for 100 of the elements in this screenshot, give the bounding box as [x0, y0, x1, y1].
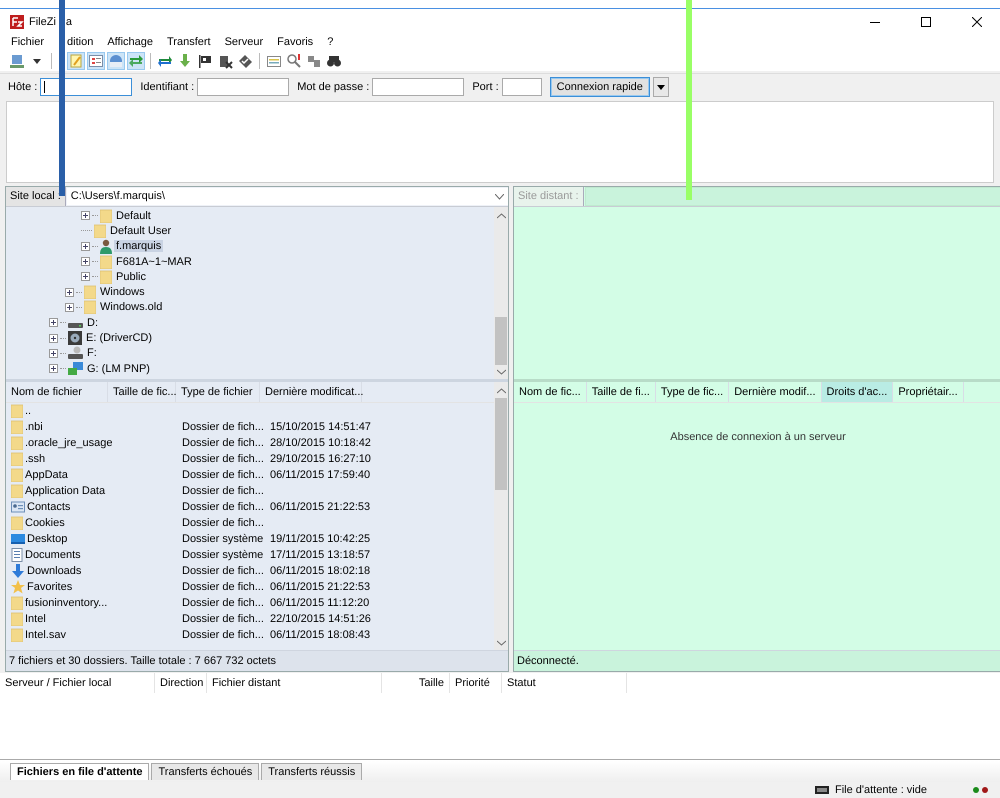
folder-icon [100, 254, 112, 269]
network-drive-icon [68, 346, 83, 360]
document-icon [11, 548, 23, 562]
column-header[interactable]: Direction [155, 673, 207, 693]
menu-item[interactable]: Fichier [4, 35, 52, 50]
chevron-down-icon [495, 194, 504, 200]
file-name: Intel.sav [25, 629, 66, 641]
tree-view-icon[interactable] [88, 52, 104, 68]
expand-toggle[interactable] [65, 288, 74, 297]
tree-item[interactable]: F681A~1~MAR [114, 256, 194, 268]
field-label: Identifiant : [140, 81, 194, 93]
expand-toggle[interactable] [49, 334, 58, 343]
file-type: Dossier de fich... [182, 597, 264, 609]
menu-item[interactable]: ? [320, 35, 340, 50]
file-type: Dossier de fich... [182, 501, 264, 513]
scroll-down-icon[interactable] [496, 369, 506, 375]
scroll-down-icon[interactable] [496, 640, 506, 646]
tree-item[interactable]: G: (LM PNP) [85, 362, 152, 375]
download-arrow-icon [11, 564, 25, 578]
scrollbar[interactable] [494, 207, 508, 379]
tree-item[interactable]: E: (DriverCD) [84, 332, 154, 344]
field-label: Hôte : [8, 81, 38, 93]
input-field[interactable] [372, 78, 464, 96]
expand-toggle[interactable] [81, 211, 90, 220]
modified-date: 06/11/2015 21:22:53 [270, 581, 370, 593]
column-header[interactable]: Fichier distant [207, 673, 382, 693]
file-name: Contacts [27, 501, 70, 513]
menu-item[interactable]: dition [67, 35, 100, 50]
file-name: Application Data [25, 485, 106, 497]
status-light [982, 787, 988, 793]
input-field[interactable] [40, 78, 132, 96]
menu-item[interactable]: Favoris [270, 35, 320, 50]
file-name: .nbi [25, 421, 43, 433]
expand-toggle[interactable] [65, 302, 74, 312]
file-type: Dossier de fich... [182, 437, 264, 449]
scroll-up-icon[interactable] [496, 213, 506, 219]
tab[interactable]: Transferts réussis [261, 763, 362, 780]
file-type: Dossier de fich... [182, 517, 264, 529]
quick-connect-button[interactable]: Connexion rapide [550, 77, 650, 97]
drive-icon [68, 322, 83, 328]
dropdown-button[interactable] [652, 77, 669, 97]
column-header[interactable]: Nom de fichier [6, 382, 108, 402]
expand-toggle[interactable] [49, 348, 58, 358]
file-type: Dossier de fich... [182, 421, 264, 433]
tree-item[interactable]: D: [85, 316, 100, 329]
expand-toggle[interactable] [49, 364, 58, 374]
check-icon[interactable] [237, 52, 253, 68]
close-button[interactable] [972, 17, 982, 27]
tab[interactable]: Fichiers en file d'attente [10, 763, 150, 780]
menu-item[interactable]: Affichage [100, 35, 160, 50]
status-text: Déconnecté. [514, 650, 1000, 671]
search-icon[interactable] [286, 52, 302, 68]
scrollbar-thumb[interactable] [495, 317, 507, 365]
file-type: Dossier système [182, 549, 264, 561]
tree-item[interactable]: F: [85, 347, 99, 360]
tree-item[interactable]: Default User [108, 224, 174, 237]
transfer-arrows-icon[interactable] [128, 52, 144, 68]
file-name: .ssh [25, 453, 46, 465]
file-type: Dossier de fich... [182, 565, 264, 577]
column-header[interactable]: Taille de fic... [108, 382, 176, 402]
flag-icon[interactable] [197, 52, 213, 68]
modified-date: 06/11/2015 18:08:43 [270, 629, 370, 641]
file-type: Dossier de fich... [182, 581, 264, 593]
expand-toggle[interactable] [49, 318, 58, 328]
cd-drive-icon [68, 331, 82, 346]
scrollbar[interactable] [494, 382, 508, 650]
column-header[interactable]: Type de fichier [176, 382, 260, 402]
modified-date: 19/11/2015 10:42:25 [270, 533, 370, 545]
expand-toggle[interactable] [81, 272, 90, 282]
tree-item[interactable]: Public [114, 270, 148, 283]
tree-item[interactable]: f.marquis [114, 240, 164, 252]
input-field[interactable] [197, 78, 290, 96]
column-header[interactable]: Serveur / Fichier local [0, 673, 155, 693]
file-type: Dossier de fich... [182, 453, 264, 465]
column-header[interactable]: Dernière modificat... [260, 382, 362, 402]
path-dropdown[interactable]: C:\Users\f.marquis\ [66, 188, 508, 205]
column-header[interactable]: Taille [382, 673, 450, 693]
column-header[interactable]: Statut [502, 673, 627, 693]
tree-item[interactable]: Windows.old [98, 301, 164, 314]
menu-item[interactable]: Transfert [160, 35, 218, 50]
file-type: Dossier de fich... [182, 469, 264, 481]
tab[interactable]: Transferts échoués [151, 763, 260, 780]
folder-icon [84, 285, 96, 300]
empty-message: Absence de connexion à un serveur [670, 431, 846, 443]
tree-item[interactable]: Windows [98, 286, 147, 298]
globe-icon[interactable] [108, 52, 124, 68]
scroll-up-icon[interactable] [496, 388, 506, 394]
input-field[interactable] [502, 78, 542, 96]
file-name: fusioninventory... [25, 597, 108, 609]
scrollbar-thumb[interactable] [495, 398, 507, 490]
folder-icon [11, 420, 23, 434]
menu-item[interactable]: Serveur [218, 35, 270, 50]
tree-item[interactable]: Default [114, 210, 153, 222]
modified-date: 15/10/2015 14:51:47 [270, 421, 371, 433]
expand-toggle[interactable] [81, 257, 90, 266]
modified-date: 28/10/2015 10:18:42 [270, 437, 371, 449]
maximize-button[interactable] [921, 17, 931, 27]
expand-toggle[interactable] [81, 242, 90, 251]
status-light [973, 787, 979, 793]
column-header[interactable]: Priorité [450, 673, 502, 693]
